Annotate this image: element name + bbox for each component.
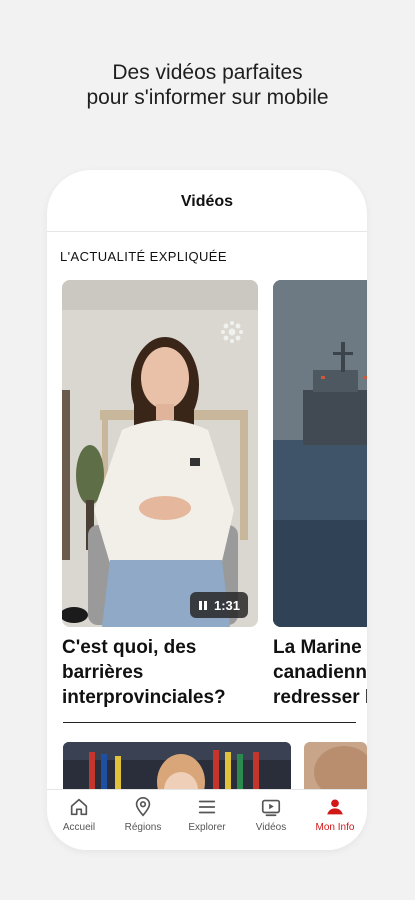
location-pin-icon [135,797,151,817]
video-card[interactable]: 1:31 C'est quoi, des barrières interprov… [62,280,258,710]
bottom-tab-bar: Accueil Régions Explorer Vidéos Mon Info [47,789,367,850]
video-card-title-line: redresser l [273,687,367,708]
video-thumbnail[interactable]: 1:31 [62,280,258,627]
tab-videos[interactable]: Vidéos [239,790,303,850]
video-thumbnail-image [62,280,258,627]
video-card-title[interactable]: C'est quoi, des barrières interprovincia… [62,635,258,710]
tab-label: Vidéos [255,822,287,833]
video-thumbnail-image [63,742,291,794]
promo-line-2: pour s'informer sur mobile [86,86,329,109]
tab-explorer[interactable]: Explorer [175,790,239,850]
video-duration: 1:31 [213,597,240,613]
tab-mon-info[interactable]: Mon Info [303,790,367,850]
section-divider [63,722,356,723]
tab-regions[interactable]: Régions [111,790,175,850]
video-thumbnail[interactable] [304,742,367,794]
tab-accueil[interactable]: Accueil [47,790,111,850]
promo-line-1: Des vidéos parfaites [112,61,303,84]
video-thumbnail[interactable] [63,742,291,794]
video-card-title-line: La Marine [273,637,362,658]
tab-label: Régions [124,822,162,833]
page-title: Vidéos [180,192,234,210]
video-thumbnail-image [304,742,367,794]
menu-icon [198,800,216,814]
home-icon [70,798,88,816]
promo-headline: Des vidéos parfaites pour s'informer sur… [0,60,415,110]
video-card-title-line: canadienne [273,662,367,683]
video-play-icon [261,799,281,817]
pause-icon [198,600,207,610]
person-icon [327,799,343,815]
section-title: L'ACTUALITÉ EXPLIQUÉE [60,249,227,264]
video-card-title[interactable]: La Marine canadienne redresser l [273,635,367,710]
video-card-title-line: interprovinciales? [62,687,226,708]
video-card[interactable]: La Marine canadienne redresser l [273,280,367,710]
tab-label: Explorer [188,822,226,833]
video-thumbnail-image [273,280,367,627]
video-card-title-line: C'est quoi, des [62,637,197,658]
video-duration-badge[interactable]: 1:31 [189,592,248,618]
tab-label: Mon Info [315,822,355,833]
app-header: Vidéos [47,170,367,232]
tab-label: Accueil [62,822,96,833]
video-card-title-line: barrières [62,662,144,683]
video-thumbnail[interactable] [273,280,367,627]
phone-frame: Vidéos L'ACTUALITÉ EXPLIQUÉE 1:31 C'est … [47,170,367,850]
